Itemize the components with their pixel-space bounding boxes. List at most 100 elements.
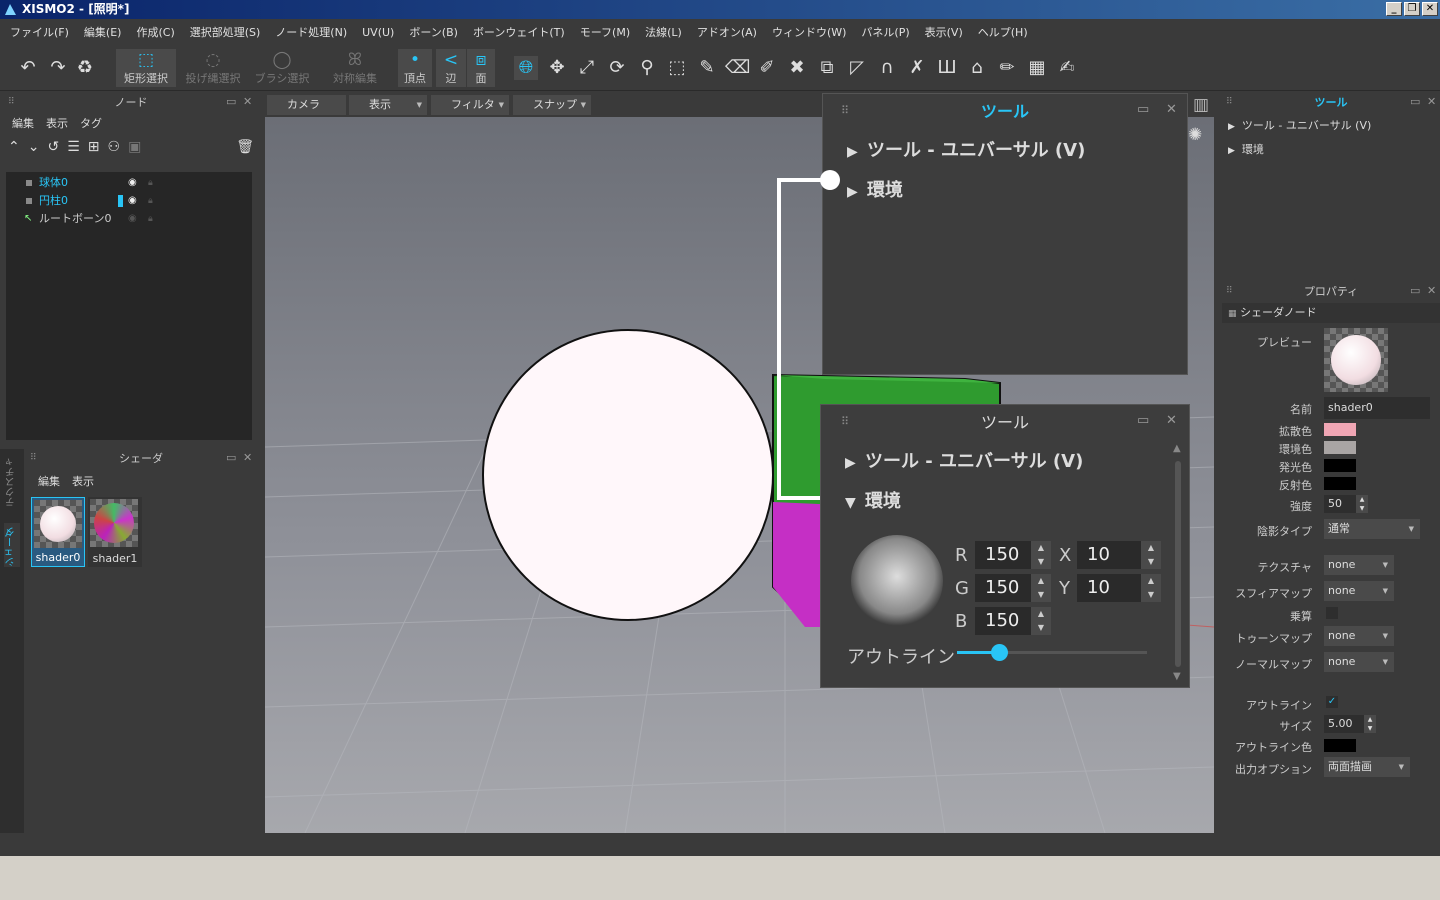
minimize-button[interactable]: _ <box>1386 2 1402 16</box>
diffuse-color-swatch[interactable] <box>1324 423 1356 436</box>
panel-close-icon[interactable]: ✕ <box>1427 284 1436 297</box>
outline-color-swatch[interactable] <box>1324 739 1356 752</box>
visibility-eye-icon[interactable]: ◉ <box>128 192 137 210</box>
menu-uv[interactable]: UV(U) <box>362 26 394 39</box>
specular-color-swatch[interactable] <box>1324 477 1356 490</box>
right-tool-item-universal[interactable]: ▶ ツール - ユニバーサル (V) <box>1228 117 1371 133</box>
normal-map-select[interactable]: none ▼ <box>1324 652 1394 672</box>
tab-filter[interactable]: フィルタ ▼ <box>431 95 509 115</box>
symmetry-edit-button[interactable]: ꕤ 対称編集 <box>326 49 384 87</box>
undo-icon[interactable]: ↶ <box>16 56 40 80</box>
scroll-down-icon[interactable]: ▼ <box>1173 671 1181 682</box>
shader-menu-edit[interactable]: 編集 <box>38 473 60 489</box>
panel-grip-icon[interactable]: ⠿ <box>1226 286 1233 296</box>
spin-arrows-icon[interactable]: ▲ ▼ <box>1031 541 1051 569</box>
panel-grip-icon[interactable]: ⠿ <box>1226 97 1233 107</box>
grid-icon[interactable]: ⊞ <box>88 139 100 161</box>
visibility-eye-icon[interactable]: ◉ <box>128 210 137 228</box>
recycle-icon[interactable]: ♻ <box>73 56 97 80</box>
r-input[interactable]: 150 ▲ ▼ <box>975 541 1051 569</box>
scale-tool-icon[interactable]: ⤢ <box>575 56 599 80</box>
polygon-tool-icon[interactable]: ◸ <box>845 56 869 80</box>
shader-thumb-shader0[interactable]: shader0 <box>31 497 85 567</box>
g-input[interactable]: 150 ▲ ▼ <box>975 574 1051 602</box>
name-input[interactable]: shader0 <box>1324 397 1430 419</box>
visibility-eye-icon[interactable]: ◉ <box>128 174 137 192</box>
menu-selection[interactable]: 選択部処理(S) <box>190 24 261 40</box>
menu-create[interactable]: 作成(C) <box>136 24 174 40</box>
rotate-node-icon[interactable]: ↺ <box>47 139 59 161</box>
window-grip-icon[interactable]: ⠿ <box>841 104 849 117</box>
node-menu-tag[interactable]: タグ <box>80 115 102 131</box>
menu-node[interactable]: ノード処理(N) <box>275 24 347 40</box>
menu-bone[interactable]: ボーン(B) <box>409 24 458 40</box>
node-item-sphere[interactable]: 球体0 ◉ 🔒︎ <box>6 174 252 192</box>
scrollbar-thumb[interactable] <box>1175 461 1181 667</box>
rect-select-button[interactable]: ⬚ 矩形選択 <box>116 49 176 87</box>
pivot-tool-icon[interactable]: ⚲ <box>635 56 659 80</box>
cube-tool-icon[interactable]: ⧉ <box>815 56 839 80</box>
panel-close-icon[interactable]: ✕ <box>1427 95 1436 108</box>
node-item-root-bone[interactable]: ↖ ルートボーン0 ◉ 🔒︎ <box>6 210 252 228</box>
emissive-color-swatch[interactable] <box>1324 459 1356 472</box>
list-icon[interactable]: ☰ <box>67 139 80 161</box>
shader-node-section[interactable]: ▦ シェーダノード <box>1222 303 1440 323</box>
ambient-color-swatch[interactable] <box>1324 441 1356 454</box>
environment-light-preview[interactable] <box>851 535 943 627</box>
tab-camera[interactable]: カメラ <box>267 95 346 115</box>
face-mode-button[interactable]: ⧈ 面 <box>467 49 495 87</box>
panel-grip-icon[interactable]: ⠿ <box>8 97 15 107</box>
spin-arrows-icon[interactable]: ▲ ▼ <box>1364 715 1376 733</box>
knife-tool-icon[interactable]: ✐ <box>755 56 779 80</box>
texture-select[interactable]: none ▼ <box>1324 555 1394 575</box>
outline-slider-track[interactable] <box>957 644 1147 661</box>
pencil-tool-icon[interactable]: ✎ <box>695 56 719 80</box>
menu-normal[interactable]: 法線(L) <box>645 24 682 40</box>
restore-button[interactable]: ❐ <box>1404 2 1420 16</box>
lock-icon[interactable]: 🔒︎ <box>148 174 153 192</box>
tw-front-row-universal[interactable]: ▶ ツール - ユニバーサル (V) <box>845 447 1083 473</box>
menu-view[interactable]: 表示(V) <box>925 24 963 40</box>
move-down-icon[interactable]: ⌄ <box>28 139 40 161</box>
tw-front-row-environment[interactable]: ▼ 環境 <box>845 487 901 513</box>
panel-float-icon[interactable]: ▭ <box>1410 95 1420 108</box>
menu-morph[interactable]: モーフ(M) <box>580 24 630 40</box>
spin-arrows-icon[interactable]: ▲ ▼ <box>1031 607 1051 635</box>
shadow-type-select[interactable]: 通常 ▼ <box>1324 519 1420 539</box>
bag-tool-icon[interactable]: ⌂ <box>965 56 989 80</box>
shader-thumb-shader1[interactable]: shader1 <box>88 497 142 567</box>
trash-icon[interactable]: 🗑︎ <box>236 139 254 161</box>
panel-float-icon[interactable]: ▭ <box>226 451 236 464</box>
tab-display[interactable]: 表示 ▼ <box>349 95 427 115</box>
x-input[interactable]: 10 ▲ ▼ <box>1077 541 1161 569</box>
node-menu-edit[interactable]: 編集 <box>12 115 34 131</box>
panel-close-icon[interactable]: ✕ <box>243 95 252 108</box>
tab-texture[interactable]: テクスチャ <box>4 457 20 507</box>
right-tool-item-environment[interactable]: ▶ 環境 <box>1228 141 1264 157</box>
toon-map-select[interactable]: none ▼ <box>1324 626 1394 646</box>
strength-input[interactable]: 50 ▲ ▼ <box>1324 495 1368 513</box>
lock-icon[interactable]: 🔒︎ <box>148 210 153 228</box>
panel-close-icon[interactable]: ✕ <box>243 451 252 464</box>
lasso-select-button[interactable]: ◌ 投げ縄選択 <box>182 49 244 87</box>
menu-window[interactable]: ウィンドウ(W) <box>772 24 846 40</box>
box-icon[interactable]: ▣ <box>128 139 141 161</box>
group-icon[interactable]: ⚇ <box>108 139 121 161</box>
map-icon[interactable]: ▥ <box>1193 95 1209 115</box>
edge-mode-button[interactable]: < 辺 <box>436 49 466 87</box>
scroll-up-icon[interactable]: ▲ <box>1173 443 1181 454</box>
node-menu-view[interactable]: 表示 <box>46 115 68 131</box>
shader-menu-view[interactable]: 表示 <box>72 473 94 489</box>
spin-arrows-icon[interactable]: ▲ ▼ <box>1356 495 1368 513</box>
tab-shader[interactable]: シェーダ <box>4 523 20 567</box>
panel-grip-icon[interactable]: ⠿ <box>30 453 37 463</box>
menu-panel[interactable]: パネル(P) <box>861 24 909 40</box>
spin-arrows-icon[interactable]: ▲ ▼ <box>1141 574 1161 602</box>
node-item-cylinder[interactable]: 円柱0 ◉ 🔒︎ <box>6 192 252 210</box>
outline-checkbox[interactable]: ✓ <box>1326 696 1338 708</box>
spin-arrows-icon[interactable]: ▲ ▼ <box>1031 574 1051 602</box>
lock-icon[interactable]: 🔒︎ <box>148 192 153 210</box>
orbit-icon[interactable]: ✺ <box>1188 125 1202 145</box>
redo-icon[interactable]: ↷ <box>46 56 70 80</box>
menu-help[interactable]: ヘルプ(H) <box>978 24 1028 40</box>
